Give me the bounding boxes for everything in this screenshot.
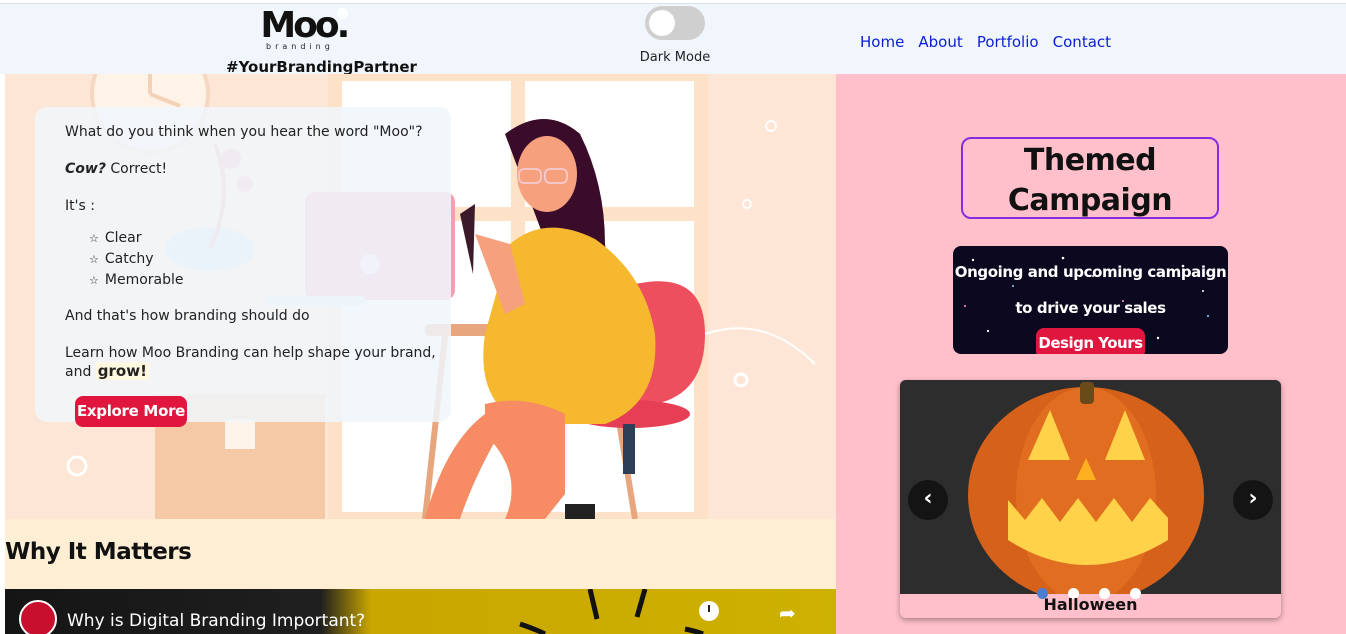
share-icon[interactable]: ➦	[779, 601, 796, 625]
carousel-caption: Halloween	[1043, 595, 1138, 614]
design-yours-button[interactable]: Design Yours	[1036, 328, 1145, 354]
intro-learn: Learn how Moo Branding can help shape yo…	[65, 345, 436, 380]
explore-more-button[interactable]: Explore More	[75, 396, 187, 427]
cow-text: Cow?	[65, 161, 106, 177]
intro-conclusion: And that's how branding should do	[65, 308, 310, 324]
section-heading: Why It Matters	[5, 539, 192, 565]
dark-mode-label: Dark Mode	[639, 50, 711, 65]
campaign-description: Ongoing and upcoming campaign to drive y…	[954, 263, 1227, 317]
hero-section: What do you think when you hear the word…	[5, 74, 836, 519]
why-it-matters-section: Why It Matters	[5, 519, 836, 589]
star-outline-icon: ☆	[89, 253, 99, 266]
dark-mode-toggle[interactable]	[645, 6, 705, 40]
nav-home[interactable]: Home	[860, 33, 904, 51]
site-header: Moo. branding #YourBrandingPartner Dark …	[0, 3, 1346, 77]
channel-avatar[interactable]	[19, 600, 57, 634]
halloween-pumpkin-image	[900, 380, 1281, 594]
carousel-prev-button[interactable]: ‹	[908, 480, 948, 520]
intro-its: It's :	[65, 198, 95, 214]
brand-logo[interactable]: Moo. branding #YourBrandingPartner	[226, 5, 417, 77]
campaign-carousel: ‹ › Halloween	[900, 380, 1281, 618]
campaign-banner: Ongoing and upcoming campaign to drive y…	[953, 246, 1228, 354]
themed-campaign-title: Themed Campaign	[961, 137, 1219, 219]
video-title[interactable]: Why is Digital Branding Important?	[67, 611, 365, 631]
list-item: ☆ Memorable	[89, 272, 184, 288]
intro-card: What do you think when you hear the word…	[35, 107, 451, 422]
qualities-list: ☆ Clear ☆ Catchy ☆ Memorable	[89, 228, 451, 291]
intro-answer: Cow? Correct!	[65, 160, 451, 178]
nav-about[interactable]: About	[918, 33, 962, 51]
star-outline-icon: ☆	[89, 232, 99, 245]
main-nav: Home About Portfolio Contact	[860, 32, 1120, 51]
star-outline-icon: ☆	[89, 274, 99, 287]
watch-later-icon[interactable]	[699, 601, 719, 621]
correct-text: Correct!	[110, 161, 168, 177]
toggle-knob	[649, 10, 675, 36]
list-item: ☆ Catchy	[89, 251, 154, 267]
intro-question: What do you think when you hear the word…	[65, 124, 423, 140]
video-thumbnail-lines	[519, 589, 704, 634]
carousel-next-button[interactable]: ›	[1233, 480, 1273, 520]
grow-text: grow!	[95, 362, 149, 380]
dark-mode-control: Dark Mode	[636, 6, 714, 65]
themed-campaign-panel: Themed Campaign Ongoing and upcoming cam…	[836, 74, 1346, 634]
list-item: ☆ Clear	[89, 230, 142, 246]
logo-wordmark: Moo.	[260, 5, 351, 46]
nav-contact[interactable]: Contact	[1053, 33, 1111, 51]
nav-portfolio[interactable]: Portfolio	[977, 33, 1039, 51]
video-embed[interactable]: Why is Digital Branding Important? ➦	[5, 589, 836, 634]
